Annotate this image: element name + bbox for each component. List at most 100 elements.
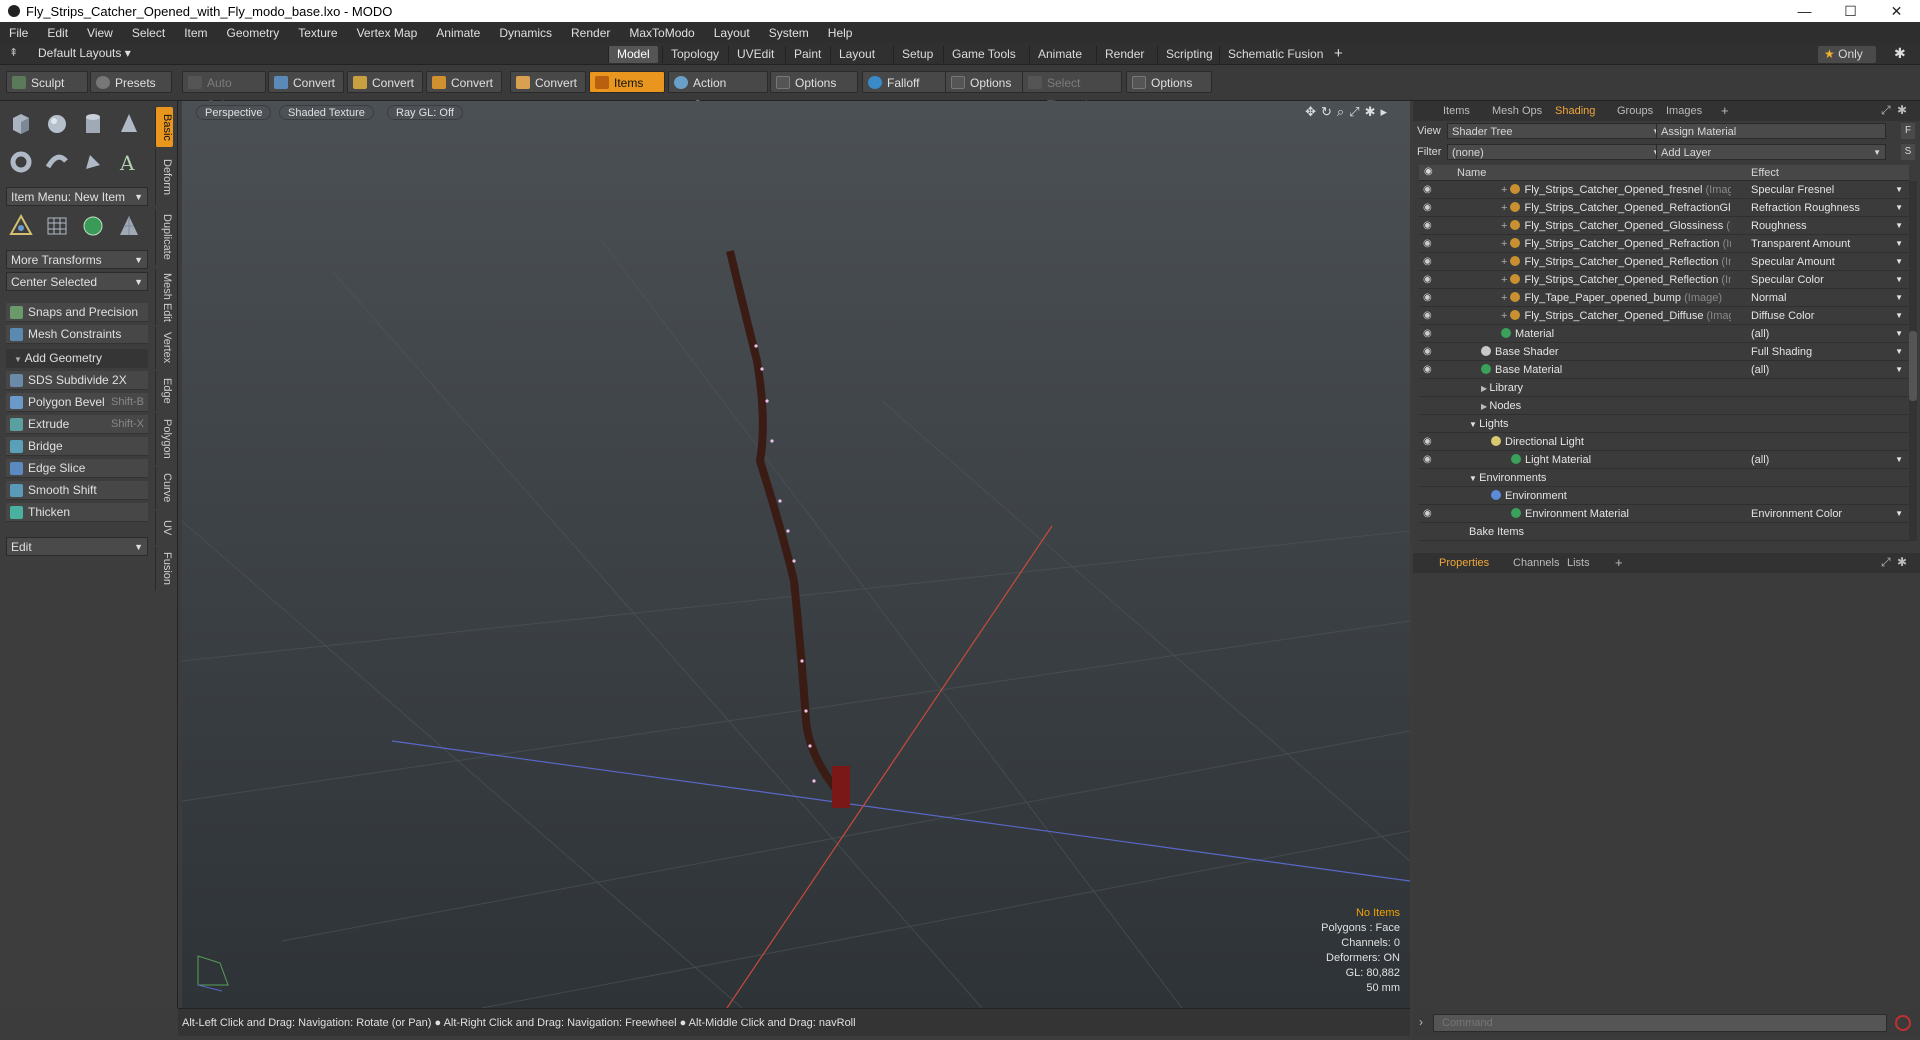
menu-edit[interactable]: Edit <box>38 26 78 40</box>
layout-tab-scripting[interactable]: Scripting <box>1157 46 1221 63</box>
layout-tab-animate[interactable]: Animate <box>1029 46 1090 63</box>
eye-icon[interactable]: ◉ <box>1423 328 1435 340</box>
layout-tab-layout[interactable]: Layout <box>830 46 883 63</box>
chevron-down-icon[interactable]: ▼ <box>1895 271 1903 289</box>
eye-icon[interactable]: ◉ <box>1423 220 1435 232</box>
convert-vertex-button[interactable]: Convert <box>268 71 344 93</box>
chevron-down-icon[interactable]: ▼ <box>1895 289 1903 307</box>
cone-icon[interactable] <box>114 109 144 139</box>
row-effect[interactable]: Roughness <box>1747 217 1897 235</box>
menu-vertex-map[interactable]: Vertex Map <box>348 26 428 40</box>
close-button[interactable]: ✕ <box>1874 0 1919 22</box>
f-button[interactable]: F <box>1901 123 1915 139</box>
row-effect[interactable]: Refraction Roughness <box>1747 199 1897 217</box>
chevron-down-icon[interactable]: ▼ <box>1895 361 1903 379</box>
minimize-button[interactable]: — <box>1782 0 1827 22</box>
panel-tab-properties[interactable]: Properties <box>1431 555 1497 572</box>
perspective-button[interactable]: Perspective <box>196 105 272 120</box>
menu-geometry[interactable]: Geometry <box>218 26 290 40</box>
tool-smooth-shift[interactable]: Smooth Shift <box>6 481 148 500</box>
grid-icon[interactable] <box>42 211 72 241</box>
shader-row[interactable]: ▶ Library <box>1419 379 1909 397</box>
row-effect[interactable]: Diffuse Color <box>1747 307 1897 325</box>
row-effect[interactable]: Specular Color <box>1747 271 1897 289</box>
row-effect[interactable]: (all) <box>1747 325 1897 343</box>
tube-icon[interactable] <box>42 147 72 177</box>
vtab-polygon[interactable]: Polygon <box>155 413 173 465</box>
eye-icon[interactable]: ◉ <box>1423 202 1435 214</box>
layout-tab-topology[interactable]: Topology <box>662 46 727 63</box>
3d-viewport[interactable]: Perspective Shaded Texture Ray GL: Off ✥… <box>182 101 1410 1008</box>
item-menu-dropdown[interactable]: Item Menu: New Item ▼ <box>6 187 148 206</box>
mesh-constraints-button[interactable]: Mesh Constraints <box>6 325 148 344</box>
expand-plus-icon[interactable]: + <box>1501 256 1510 268</box>
sphere-icon[interactable] <box>42 109 72 139</box>
tool-thicken[interactable]: Thicken <box>6 503 148 522</box>
add-layout-tab-button[interactable]: + <box>1334 45 1343 62</box>
options-button-2[interactable]: Options <box>945 71 1025 93</box>
menu-animate[interactable]: Animate <box>427 26 490 40</box>
vtab-edge[interactable]: Edge <box>155 371 173 411</box>
expand-plus-icon[interactable]: + <box>1501 202 1510 214</box>
items-mode-button[interactable]: Items <box>589 71 665 93</box>
collapse-icon[interactable]: ▼ <box>1469 474 1479 483</box>
layout-tab-render[interactable]: Render <box>1096 46 1152 63</box>
eye-icon[interactable]: ◉ <box>1423 508 1435 520</box>
eye-icon[interactable]: ◉ <box>1423 364 1435 376</box>
cube-icon[interactable] <box>6 109 36 139</box>
command-input[interactable] <box>1433 1014 1887 1032</box>
zoom-icon[interactable]: ⌕ <box>1337 104 1349 119</box>
shader-row[interactable]: ◉ + Fly_Strips_Catcher_Opened_Diffuse (Im… <box>1419 307 1909 325</box>
options-button-1[interactable]: Options <box>770 71 858 93</box>
center-selected-dropdown[interactable]: Center Selected ▼ <box>6 272 148 291</box>
row-effect[interactable]: Environment Color <box>1747 505 1897 523</box>
chevron-down-icon[interactable]: ▼ <box>1895 307 1903 325</box>
chevron-down-icon[interactable]: ▼ <box>1895 199 1903 217</box>
chevron-down-icon[interactable]: ▼ <box>1895 325 1903 343</box>
expand-plus-icon[interactable]: + <box>1501 184 1510 196</box>
gear-icon[interactable]: ✱ <box>1897 555 1907 569</box>
collapse-icon[interactable]: ▼ <box>1469 420 1479 429</box>
tool-sds-subdivide-2x[interactable]: SDS Subdivide 2X <box>6 371 148 390</box>
shader-row[interactable]: ◉ Light Material (all) ▼ <box>1419 451 1909 469</box>
effect-column-header[interactable]: Effect <box>1751 167 1779 179</box>
eye-icon[interactable]: ◉ <box>1423 292 1435 304</box>
shader-row[interactable]: ◉ + Fly_Strips_Catcher_Opened_RefractionG… <box>1419 199 1909 217</box>
expand-icon[interactable]: ⤢ <box>1881 103 1891 118</box>
vtab-basic[interactable]: Basic <box>155 107 173 147</box>
name-column-header[interactable]: Name <box>1457 167 1486 179</box>
shader-row[interactable]: ◉ Base Shader Full Shading ▼ <box>1419 343 1909 361</box>
shader-row[interactable]: ◉ + Fly_Strips_Catcher_Opened_Reflection … <box>1419 253 1909 271</box>
menu-help[interactable]: Help <box>819 26 863 40</box>
shader-row[interactable]: ◉ Directional Light <box>1419 433 1909 451</box>
row-effect[interactable]: (all) <box>1747 451 1897 469</box>
menu-render[interactable]: Render <box>562 26 620 40</box>
eye-icon[interactable]: ◉ <box>1423 436 1435 448</box>
eye-icon[interactable]: ◉ <box>1423 454 1435 466</box>
shader-row[interactable]: ▼ Lights <box>1419 415 1909 433</box>
view-dropdown[interactable]: Shader Tree▼ <box>1447 123 1665 139</box>
vtab-uv[interactable]: UV <box>155 511 173 545</box>
chevron-down-icon[interactable]: ▼ <box>1895 253 1903 271</box>
add-layer-dropdown[interactable]: Add Layer ▼ <box>1656 144 1886 160</box>
menu-maxtomodo[interactable]: MaxToModo <box>620 26 704 40</box>
tool-edge-slice[interactable]: Edge Slice <box>6 459 148 478</box>
panel-tab-items[interactable]: Items <box>1435 103 1478 120</box>
eye-icon[interactable]: ◉ <box>1423 346 1435 358</box>
scrollbar-thumb[interactable] <box>1909 331 1917 401</box>
only-toggle[interactable]: ★ Only <box>1818 46 1876 63</box>
panel-tab-images[interactable]: Images <box>1658 103 1710 120</box>
tool-extrude[interactable]: Extrude Shift-X <box>6 415 148 434</box>
cylinder-icon[interactable] <box>78 109 108 139</box>
vtab-duplicate[interactable]: Duplicate <box>155 209 173 265</box>
sculpt-button[interactable]: Sculpt <box>6 71 88 93</box>
menu-system[interactable]: System <box>760 26 819 40</box>
menu-select[interactable]: Select <box>123 26 175 40</box>
layout-tab-schematic-fusion[interactable]: Schematic Fusion <box>1219 46 1331 63</box>
add-geometry-header[interactable]: ▼ Add Geometry <box>6 349 148 368</box>
shader-row[interactable]: Bake Items <box>1419 523 1909 541</box>
shading-mode-button[interactable]: Shaded Texture <box>279 105 374 120</box>
row-effect[interactable]: Specular Amount <box>1747 253 1897 271</box>
chevron-down-icon[interactable]: ▼ <box>1895 181 1903 199</box>
fit-icon[interactable]: ⤢ <box>1349 104 1364 119</box>
